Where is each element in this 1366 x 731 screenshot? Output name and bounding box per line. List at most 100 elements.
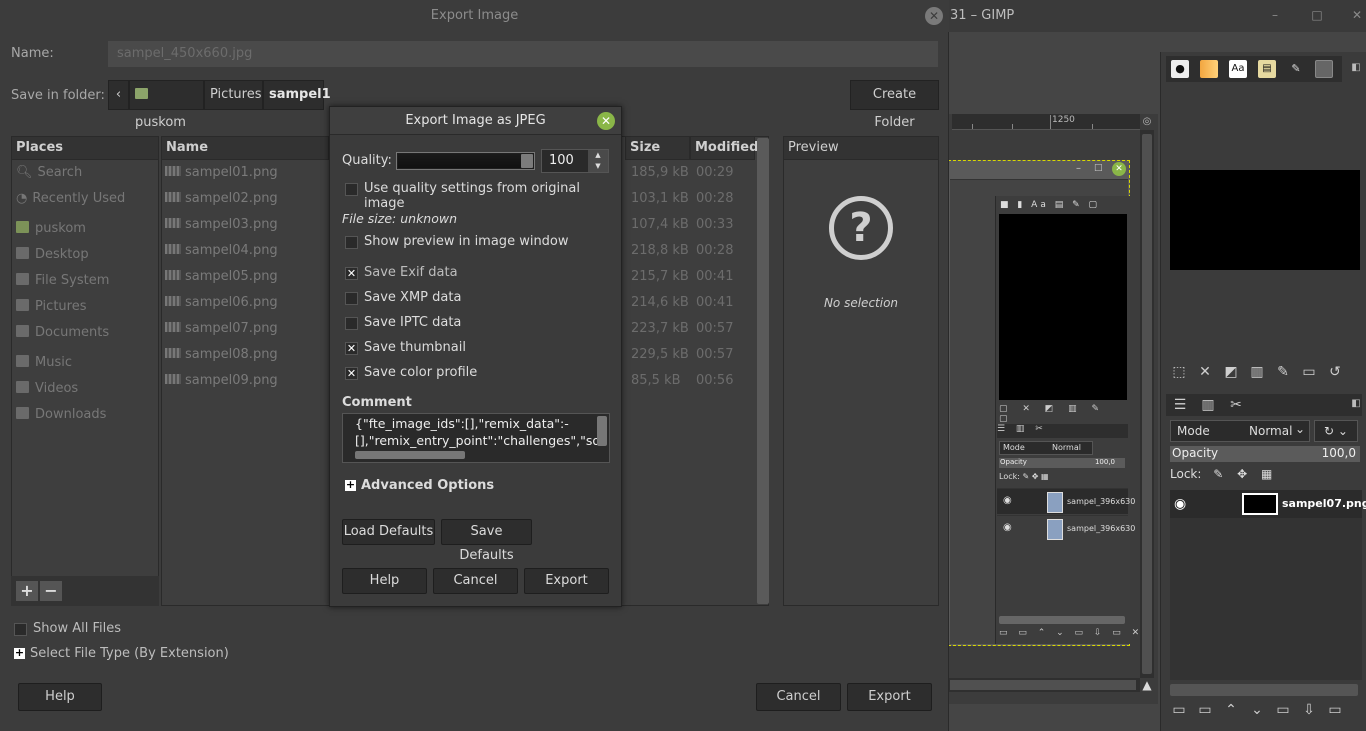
layers-menu-icon[interactable]: ◧ [1350,398,1362,410]
nested-layer-row[interactable]: ◉ sampel_396x630 [997,515,1135,541]
place-puskom[interactable]: puskom [16,219,86,239]
layers-tab-icon[interactable]: ☰ [1166,394,1194,416]
lower-icon[interactable]: ⌄ [1244,702,1270,718]
show-preview-checkbox[interactable] [345,236,358,249]
lock-pixels-icon[interactable]: ✎ [1213,467,1223,481]
use-quality-checkbox[interactable] [345,183,358,196]
breadcrumb-pictures[interactable]: Pictures [204,80,263,110]
file-row[interactable]: sampel02.png [165,189,278,209]
jpeg-export-button[interactable]: Export [524,568,609,594]
expand-icon[interactable]: + [14,647,25,659]
navigate-icon[interactable]: ◎ [1140,116,1154,130]
cancel-button[interactable]: Cancel [756,683,841,711]
layer-opacity[interactable]: Opacity 100,0 [1170,446,1360,462]
load-defaults-button[interactable]: Load Defaults [342,519,435,545]
comment-textarea[interactable]: {"fte_image_ids":[],"remix_data":- [],"r… [342,413,610,463]
column-name[interactable]: Name [161,136,329,160]
jpeg-cancel-button[interactable]: Cancel [433,568,518,594]
save-xmp-checkbox[interactable] [345,292,358,305]
dock-menu-icon[interactable]: ◧ [1350,62,1362,74]
place-music[interactable]: Music [16,353,72,373]
close-icon[interactable]: ✕ [597,112,615,130]
composite-mode-select[interactable]: ↻ ⌄ [1314,420,1358,442]
place-desktop[interactable]: Desktop [16,245,89,265]
create-folder-button[interactable]: Create Folder [850,80,939,130]
select-file-type-expander[interactable]: Select File Type (By Extension) [30,646,229,661]
layer-mode-select[interactable]: Mode Normal ⌄ [1170,420,1310,442]
navigate-arrow-icon[interactable]: ▲ [1140,678,1154,692]
anchor-icon[interactable]: ⇩ [1296,702,1322,718]
file-row[interactable]: sampel07.png [165,319,278,339]
nested-opacity[interactable]: Opacity 100,0 [999,458,1125,468]
mask-icon[interactable]: ▭ [1322,702,1348,718]
quality-slider[interactable] [396,152,535,170]
file-row[interactable]: sampel08.png [165,345,278,365]
file-row[interactable]: sampel09.png [165,371,278,391]
breadcrumb-back-icon[interactable]: ‹ [108,80,129,110]
channels-tab-icon[interactable]: ▥ [1194,394,1222,416]
canvas-vertical-scrollbar[interactable] [1140,130,1154,678]
eye-icon[interactable]: ◉ [1003,522,1012,533]
export-button[interactable]: Export [847,683,932,711]
place-documents[interactable]: Documents [16,323,109,343]
add-bookmark-button[interactable]: + [16,581,38,601]
new-group-icon[interactable]: ▭ [1192,702,1218,718]
place-videos[interactable]: Videos [16,379,78,399]
column-size[interactable]: Size [625,136,690,160]
paths-tab-icon[interactable]: ✂ [1222,394,1250,416]
font-icon[interactable]: Aa [1229,60,1247,78]
breadcrumb-puskom[interactable]: puskom [129,80,204,130]
help-button[interactable]: Help [18,683,102,711]
file-list-scrollbar[interactable] [757,138,769,604]
selection-icon[interactable]: ⬚ [1166,364,1192,380]
place-file-system[interactable]: File System [16,271,109,291]
column-modified[interactable]: Modified [690,136,758,160]
file-row[interactable]: sampel05.png [165,267,278,287]
paintbrush-icon[interactable]: ✎ [1287,60,1305,78]
brush-preview-icon[interactable]: ● [1171,60,1189,78]
place-search[interactable]: 🔍︎ Search [16,163,82,183]
maximize-icon[interactable]: □ [1310,8,1324,22]
tool-icon[interactable]: ▭ [1296,364,1322,380]
file-row[interactable]: sampel04.png [165,241,278,261]
document-history-icon[interactable]: ▤ [1258,60,1276,78]
palette-icon[interactable] [1315,60,1333,78]
spin-down-icon[interactable]: ▼ [588,161,608,172]
place-recently-used[interactable]: ◔ Recently Used [16,189,125,209]
place-downloads[interactable]: Downloads [16,405,106,425]
spin-up-icon[interactable]: ▲ [588,150,608,161]
file-row[interactable]: sampel03.png [165,215,278,235]
lock-position-icon[interactable]: ✥ [1237,467,1247,481]
place-pictures[interactable]: Pictures [16,297,86,317]
show-all-files-checkbox[interactable] [14,623,27,636]
file-name-input[interactable]: sampel_450x660.jpg [108,41,938,67]
save-color-profile-checkbox[interactable]: ✕ [345,367,358,380]
comment-horizontal-scrollbar[interactable] [355,451,465,459]
duplicate-icon[interactable]: ▭ [1270,702,1296,718]
new-layer-icon[interactable]: ▭ [1166,702,1192,718]
channel-icon[interactable]: ▥ [1244,364,1270,380]
file-row[interactable]: sampel06.png [165,293,278,313]
file-row[interactable]: sampel01.png [165,163,278,183]
save-thumbnail-checkbox[interactable]: ✕ [345,342,358,355]
quality-slider-knob[interactable] [521,154,533,168]
save-exif-checkbox[interactable]: ✕ [345,267,358,280]
layers-scrollbar[interactable] [1170,684,1358,696]
minimize-icon[interactable]: – [1268,8,1282,22]
clear-icon[interactable]: ✕ [1192,364,1218,380]
nested-layer-row[interactable]: ◉ sampel_396x630 [997,488,1135,514]
nested-scrollbar[interactable] [999,616,1125,624]
close-icon[interactable]: ✕ [925,7,943,25]
pick-icon[interactable]: ✎ [1270,364,1296,380]
eye-icon[interactable]: ◉ [1174,496,1186,512]
pattern-icon[interactable] [1200,60,1218,78]
comment-vertical-scrollbar[interactable] [597,416,607,446]
save-defaults-button[interactable]: Save Defaults [441,519,532,563]
eye-icon[interactable]: ◉ [1003,495,1012,506]
raise-icon[interactable]: ⌃ [1218,702,1244,718]
jpeg-help-button[interactable]: Help [342,568,427,594]
canvas-horizontal-scrollbar[interactable] [948,678,1140,692]
expand-icon[interactable]: + [345,479,356,491]
reset-icon[interactable]: ↺ [1322,364,1348,380]
nested-mode-select[interactable]: Mode Normal [999,441,1093,455]
